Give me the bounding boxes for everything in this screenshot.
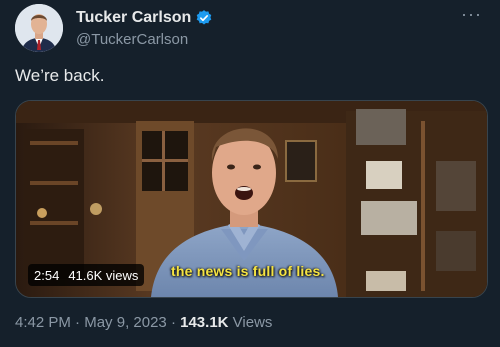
video-duration: 2:54: [34, 267, 60, 283]
avatar[interactable]: [15, 4, 63, 52]
views-label: Views: [228, 314, 273, 331]
tweet-meta: 4:42 PM · May 9, 2023 · 143.1K Views: [15, 314, 272, 331]
meta-separator: ·: [70, 314, 85, 331]
display-name[interactable]: Tucker Carlson: [76, 9, 191, 27]
tweet-time[interactable]: 4:42 PM: [15, 314, 71, 331]
more-options-icon[interactable]: ···: [461, 5, 482, 23]
views-count[interactable]: 143.1K: [180, 314, 228, 331]
tweet-text: We’re back.: [15, 66, 105, 85]
verified-badge-icon: [195, 9, 213, 27]
user-handle[interactable]: @TuckerCarlson: [76, 31, 213, 48]
tweet: Tucker Carlson @TuckerCarlson ··· We’re …: [0, 0, 500, 347]
meta-separator: ·: [166, 314, 181, 331]
video-player[interactable]: 2:54 41.6K views the news is full of lie…: [15, 100, 488, 298]
video-caption: the news is full of lies.: [171, 263, 325, 279]
video-info-badge: 2:54 41.6K views: [28, 264, 145, 286]
video-views: 41.6K views: [68, 267, 139, 283]
avatar-image: [15, 4, 63, 52]
tweet-date[interactable]: May 9, 2023: [84, 314, 167, 331]
author-info: Tucker Carlson @TuckerCarlson: [76, 8, 213, 48]
